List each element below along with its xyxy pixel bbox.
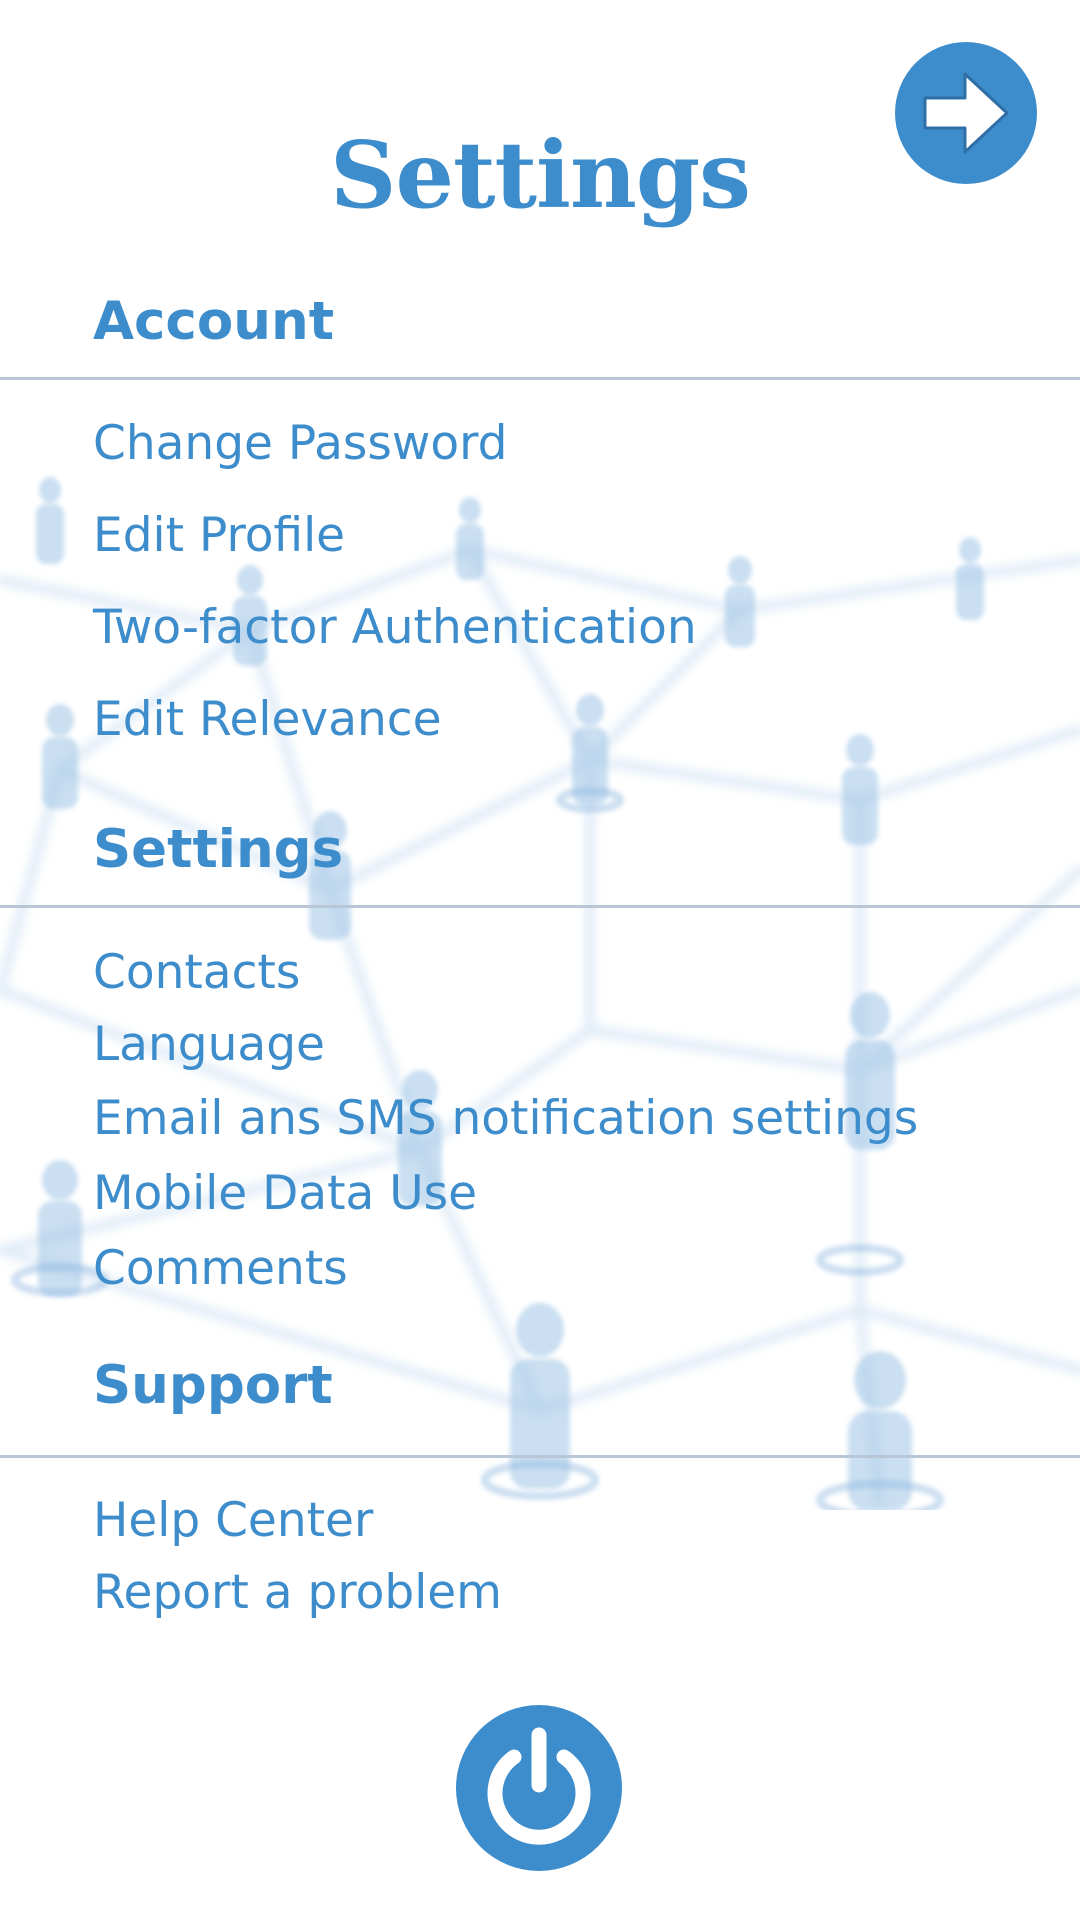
menu-item-help-center[interactable]: Help Center	[93, 1491, 373, 1551]
menu-item-edit-profile[interactable]: Edit Profile	[93, 506, 345, 566]
menu-item-comments[interactable]: Comments	[93, 1239, 348, 1299]
section-divider	[0, 377, 1080, 380]
menu-item-edit-relevance[interactable]: Edit Relevance	[93, 690, 442, 750]
menu-item-two-factor-authentication[interactable]: Two-factor Authentication	[93, 598, 697, 658]
menu-item-language[interactable]: Language	[93, 1015, 325, 1075]
next-button[interactable]	[895, 42, 1037, 184]
section-heading-settings: Settings	[93, 819, 344, 880]
section-heading-account: Account	[93, 291, 335, 352]
menu-item-notification-settings[interactable]: Email ans SMS notification settings	[93, 1089, 918, 1149]
menu-item-contacts[interactable]: Contacts	[93, 943, 300, 1003]
section-divider	[0, 905, 1080, 908]
menu-item-change-password[interactable]: Change Password	[93, 414, 507, 474]
menu-item-report-a-problem[interactable]: Report a problem	[93, 1563, 502, 1623]
section-divider	[0, 1455, 1080, 1458]
power-icon	[487, 1727, 591, 1845]
section-heading-support: Support	[93, 1355, 333, 1416]
power-button[interactable]	[456, 1705, 622, 1871]
arrow-right-icon	[923, 72, 1009, 154]
menu-item-mobile-data-use[interactable]: Mobile Data Use	[93, 1164, 477, 1224]
